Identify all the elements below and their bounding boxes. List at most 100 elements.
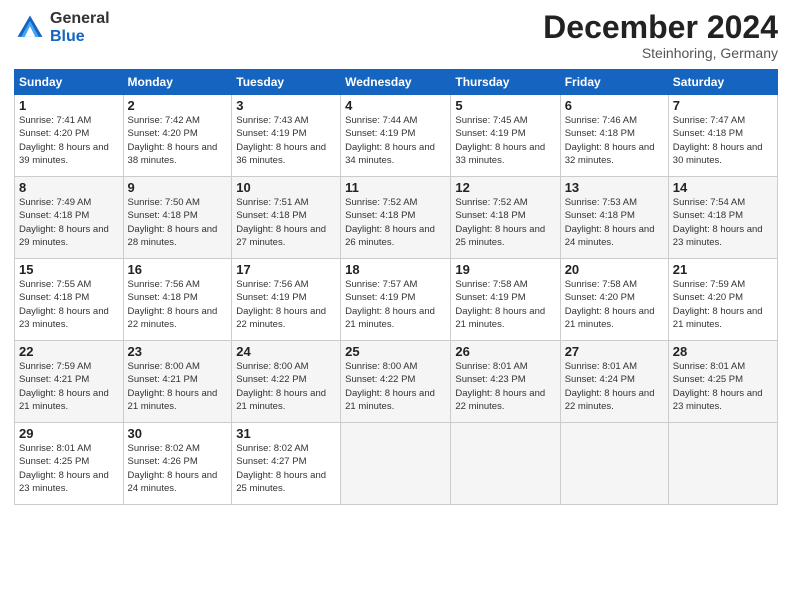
day-info: Sunrise: 7:58 AMSunset: 4:20 PMDaylight:… <box>565 279 655 330</box>
logo-icon <box>14 12 46 44</box>
day-info: Sunrise: 7:59 AMSunset: 4:20 PMDaylight:… <box>673 279 763 330</box>
day-info: Sunrise: 8:02 AMSunset: 4:26 PMDaylight:… <box>128 443 218 494</box>
header-friday: Friday <box>560 70 668 95</box>
logo: General Blue <box>14 10 110 45</box>
page-header: General Blue December 2024 Steinhoring, … <box>14 10 778 61</box>
calendar-week-row: 15 Sunrise: 7:55 AMSunset: 4:18 PMDaylig… <box>15 259 778 341</box>
calendar-day-cell: 26 Sunrise: 8:01 AMSunset: 4:23 PMDaylig… <box>451 341 560 423</box>
day-number: 28 <box>673 344 773 359</box>
logo-general-text: General <box>50 10 110 28</box>
day-info: Sunrise: 7:56 AMSunset: 4:19 PMDaylight:… <box>236 279 326 330</box>
title-block: December 2024 Steinhoring, Germany <box>543 10 778 61</box>
day-number: 7 <box>673 98 773 113</box>
day-number: 4 <box>345 98 446 113</box>
calendar-day-cell: 8 Sunrise: 7:49 AMSunset: 4:18 PMDayligh… <box>15 177 124 259</box>
header-saturday: Saturday <box>668 70 777 95</box>
day-info: Sunrise: 8:02 AMSunset: 4:27 PMDaylight:… <box>236 443 326 494</box>
day-info: Sunrise: 7:52 AMSunset: 4:18 PMDaylight:… <box>455 197 545 248</box>
weekday-header-row: Sunday Monday Tuesday Wednesday Thursday… <box>15 70 778 95</box>
day-info: Sunrise: 7:42 AMSunset: 4:20 PMDaylight:… <box>128 115 218 166</box>
calendar-day-cell: 23 Sunrise: 8:00 AMSunset: 4:21 PMDaylig… <box>123 341 232 423</box>
header-wednesday: Wednesday <box>341 70 451 95</box>
calendar-day-cell: 3 Sunrise: 7:43 AMSunset: 4:19 PMDayligh… <box>232 95 341 177</box>
calendar-day-cell: 25 Sunrise: 8:00 AMSunset: 4:22 PMDaylig… <box>341 341 451 423</box>
day-number: 20 <box>565 262 664 277</box>
calendar-day-cell: 28 Sunrise: 8:01 AMSunset: 4:25 PMDaylig… <box>668 341 777 423</box>
day-info: Sunrise: 8:00 AMSunset: 4:21 PMDaylight:… <box>128 361 218 412</box>
calendar-day-cell: 13 Sunrise: 7:53 AMSunset: 4:18 PMDaylig… <box>560 177 668 259</box>
location: Steinhoring, Germany <box>543 45 778 61</box>
day-info: Sunrise: 7:47 AMSunset: 4:18 PMDaylight:… <box>673 115 763 166</box>
calendar-table: Sunday Monday Tuesday Wednesday Thursday… <box>14 69 778 505</box>
day-number: 6 <box>565 98 664 113</box>
day-info: Sunrise: 7:59 AMSunset: 4:21 PMDaylight:… <box>19 361 109 412</box>
day-number: 27 <box>565 344 664 359</box>
calendar-day-cell: 17 Sunrise: 7:56 AMSunset: 4:19 PMDaylig… <box>232 259 341 341</box>
calendar-day-cell: 22 Sunrise: 7:59 AMSunset: 4:21 PMDaylig… <box>15 341 124 423</box>
calendar-day-cell <box>560 423 668 505</box>
day-number: 24 <box>236 344 336 359</box>
calendar-day-cell: 30 Sunrise: 8:02 AMSunset: 4:26 PMDaylig… <box>123 423 232 505</box>
day-number: 3 <box>236 98 336 113</box>
day-number: 2 <box>128 98 228 113</box>
day-number: 29 <box>19 426 119 441</box>
day-info: Sunrise: 8:00 AMSunset: 4:22 PMDaylight:… <box>345 361 435 412</box>
day-info: Sunrise: 7:52 AMSunset: 4:18 PMDaylight:… <box>345 197 435 248</box>
day-number: 11 <box>345 180 446 195</box>
calendar-day-cell: 15 Sunrise: 7:55 AMSunset: 4:18 PMDaylig… <box>15 259 124 341</box>
day-number: 26 <box>455 344 555 359</box>
calendar-week-row: 1 Sunrise: 7:41 AMSunset: 4:20 PMDayligh… <box>15 95 778 177</box>
day-number: 8 <box>19 180 119 195</box>
calendar-week-row: 8 Sunrise: 7:49 AMSunset: 4:18 PMDayligh… <box>15 177 778 259</box>
day-info: Sunrise: 7:55 AMSunset: 4:18 PMDaylight:… <box>19 279 109 330</box>
calendar-day-cell: 12 Sunrise: 7:52 AMSunset: 4:18 PMDaylig… <box>451 177 560 259</box>
day-number: 23 <box>128 344 228 359</box>
header-monday: Monday <box>123 70 232 95</box>
day-info: Sunrise: 7:56 AMSunset: 4:18 PMDaylight:… <box>128 279 218 330</box>
day-info: Sunrise: 7:53 AMSunset: 4:18 PMDaylight:… <box>565 197 655 248</box>
header-tuesday: Tuesday <box>232 70 341 95</box>
day-number: 18 <box>345 262 446 277</box>
day-number: 15 <box>19 262 119 277</box>
calendar-day-cell: 4 Sunrise: 7:44 AMSunset: 4:19 PMDayligh… <box>341 95 451 177</box>
day-info: Sunrise: 8:01 AMSunset: 4:23 PMDaylight:… <box>455 361 545 412</box>
day-info: Sunrise: 7:45 AMSunset: 4:19 PMDaylight:… <box>455 115 545 166</box>
day-info: Sunrise: 7:41 AMSunset: 4:20 PMDaylight:… <box>19 115 109 166</box>
header-sunday: Sunday <box>15 70 124 95</box>
day-number: 25 <box>345 344 446 359</box>
day-number: 17 <box>236 262 336 277</box>
day-info: Sunrise: 7:50 AMSunset: 4:18 PMDaylight:… <box>128 197 218 248</box>
day-info: Sunrise: 7:44 AMSunset: 4:19 PMDaylight:… <box>345 115 435 166</box>
day-info: Sunrise: 8:01 AMSunset: 4:25 PMDaylight:… <box>673 361 763 412</box>
calendar-day-cell: 6 Sunrise: 7:46 AMSunset: 4:18 PMDayligh… <box>560 95 668 177</box>
day-number: 10 <box>236 180 336 195</box>
logo-text: General Blue <box>50 10 110 45</box>
calendar-week-row: 22 Sunrise: 7:59 AMSunset: 4:21 PMDaylig… <box>15 341 778 423</box>
calendar-day-cell: 14 Sunrise: 7:54 AMSunset: 4:18 PMDaylig… <box>668 177 777 259</box>
day-number: 30 <box>128 426 228 441</box>
page-container: General Blue December 2024 Steinhoring, … <box>0 0 792 612</box>
day-number: 31 <box>236 426 336 441</box>
calendar-day-cell: 21 Sunrise: 7:59 AMSunset: 4:20 PMDaylig… <box>668 259 777 341</box>
calendar-day-cell: 10 Sunrise: 7:51 AMSunset: 4:18 PMDaylig… <box>232 177 341 259</box>
calendar-day-cell: 19 Sunrise: 7:58 AMSunset: 4:19 PMDaylig… <box>451 259 560 341</box>
calendar-day-cell: 16 Sunrise: 7:56 AMSunset: 4:18 PMDaylig… <box>123 259 232 341</box>
calendar-day-cell: 29 Sunrise: 8:01 AMSunset: 4:25 PMDaylig… <box>15 423 124 505</box>
header-thursday: Thursday <box>451 70 560 95</box>
day-info: Sunrise: 7:58 AMSunset: 4:19 PMDaylight:… <box>455 279 545 330</box>
calendar-day-cell: 9 Sunrise: 7:50 AMSunset: 4:18 PMDayligh… <box>123 177 232 259</box>
calendar-day-cell: 24 Sunrise: 8:00 AMSunset: 4:22 PMDaylig… <box>232 341 341 423</box>
day-number: 13 <box>565 180 664 195</box>
day-info: Sunrise: 7:51 AMSunset: 4:18 PMDaylight:… <box>236 197 326 248</box>
day-info: Sunrise: 7:46 AMSunset: 4:18 PMDaylight:… <box>565 115 655 166</box>
calendar-day-cell: 18 Sunrise: 7:57 AMSunset: 4:19 PMDaylig… <box>341 259 451 341</box>
calendar-day-cell: 27 Sunrise: 8:01 AMSunset: 4:24 PMDaylig… <box>560 341 668 423</box>
day-number: 21 <box>673 262 773 277</box>
day-number: 9 <box>128 180 228 195</box>
calendar-day-cell: 31 Sunrise: 8:02 AMSunset: 4:27 PMDaylig… <box>232 423 341 505</box>
day-info: Sunrise: 7:54 AMSunset: 4:18 PMDaylight:… <box>673 197 763 248</box>
calendar-day-cell: 11 Sunrise: 7:52 AMSunset: 4:18 PMDaylig… <box>341 177 451 259</box>
calendar-day-cell <box>668 423 777 505</box>
calendar-day-cell: 2 Sunrise: 7:42 AMSunset: 4:20 PMDayligh… <box>123 95 232 177</box>
logo-blue-text: Blue <box>50 28 110 46</box>
